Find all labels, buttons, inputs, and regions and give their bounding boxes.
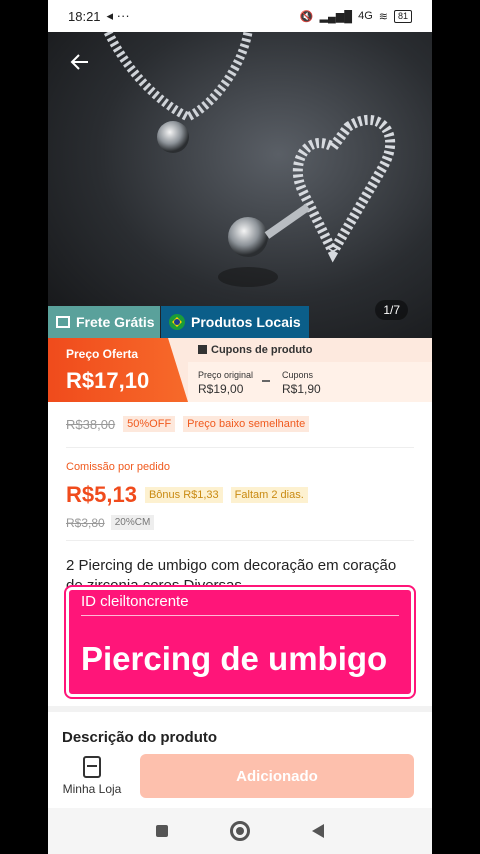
status-notification-icons: ◂ ··· xyxy=(106,8,130,23)
commission-old-value: R$3,80 xyxy=(66,515,105,530)
brazil-flag-icon xyxy=(169,314,185,330)
product-photo xyxy=(103,32,396,287)
added-button[interactable]: Adicionado xyxy=(140,754,414,798)
section-gap xyxy=(48,706,432,712)
product-image-carousel[interactable]: 1/7 Frete Grátis Produtos Locais xyxy=(48,32,432,338)
coupons-label: Cupons xyxy=(282,370,314,380)
discount-badge: 50%OFF xyxy=(123,416,176,432)
recent-apps-icon[interactable] xyxy=(156,825,168,837)
divider xyxy=(66,540,414,541)
wifi-icon: ≋ xyxy=(378,10,388,23)
commission-label: Comissão por pedido xyxy=(66,461,170,473)
battery-icon: 81 xyxy=(393,9,412,23)
phone-screen: 18:21 ◂ ··· 🔇 ▂▄▆█ 4G ≋ 81 1/7 Frete Grá… xyxy=(48,0,432,854)
overlay-id: ID cleiltoncrente xyxy=(81,593,189,610)
free-shipping-badge: Frete Grátis xyxy=(48,306,160,338)
commission-row: R$5,13 Bônus R$1,33 Faltam 2 dias. xyxy=(66,482,308,508)
local-products-badge: Produtos Locais xyxy=(161,306,309,338)
back-arrow-icon[interactable] xyxy=(68,50,92,74)
overlay-headline: Piercing de umbigo xyxy=(81,640,388,677)
price-bar: Preço Oferta R$17,10 Cupons de produto P… xyxy=(48,338,432,402)
home-icon[interactable] xyxy=(230,821,250,841)
live-overlay-banner: ID cleiltoncrente Piercing de umbigo xyxy=(64,585,416,699)
coupon-breakdown: Preço original R$19,00 Cupons R$1,90 xyxy=(188,362,432,402)
bottom-action-bar: Minha Loja Adicionado xyxy=(48,746,432,808)
offer-price-block: Preço Oferta R$17,10 xyxy=(48,338,188,402)
status-bar: 18:21 ◂ ··· 🔇 ▂▄▆█ 4G ≋ 81 xyxy=(48,0,432,32)
original-price: Preço original R$19,00 xyxy=(198,370,253,396)
mute-icon: 🔇 xyxy=(299,10,314,23)
my-store-button[interactable]: Minha Loja xyxy=(62,756,122,796)
commission-old-row: R$3,80 20%CM xyxy=(66,515,155,530)
days-left-badge: Faltam 2 dias. xyxy=(230,487,308,503)
overlay-divider xyxy=(81,615,399,616)
bonus-badge: Bônus R$1,33 xyxy=(144,487,223,503)
signal-icon: ▂▄▆█ xyxy=(319,10,353,23)
coupon-icon xyxy=(198,345,207,354)
divider xyxy=(66,447,414,448)
coupons-header-label: Cupons de produto xyxy=(211,344,313,356)
status-time: 18:21 xyxy=(68,8,101,24)
my-store-label: Minha Loja xyxy=(62,782,122,796)
original-price-value: R$19,00 xyxy=(198,382,244,396)
free-shipping-label: Frete Grátis xyxy=(76,314,155,330)
system-nav-bar xyxy=(48,808,432,854)
back-triangle-icon[interactable] xyxy=(312,824,324,838)
offer-price-value: R$17,10 xyxy=(66,368,150,393)
coupons-header: Cupons de produto xyxy=(198,344,312,356)
offer-price-label: Preço Oferta xyxy=(66,347,139,361)
description-heading: Descrição do produto xyxy=(62,729,218,745)
commission-rate-badge: 20%CM xyxy=(110,515,155,530)
store-icon xyxy=(83,756,101,778)
low-price-badge: Preço baixo semelhante xyxy=(183,416,310,432)
commission-value: R$5,13 xyxy=(66,482,137,507)
discount-row: R$38,00 50%OFF Preço baixo semelhante xyxy=(66,416,310,432)
coupons-value: R$1,90 xyxy=(282,382,321,396)
image-page-indicator: 1/7 xyxy=(375,300,408,320)
original-price-label: Preço original xyxy=(198,370,254,380)
minus-icon xyxy=(262,380,270,382)
old-price: R$38,00 xyxy=(66,416,116,432)
ticket-icon xyxy=(56,316,70,328)
coupons-amount: Cupons R$1,90 xyxy=(282,370,321,396)
local-products-label: Produtos Locais xyxy=(191,314,301,330)
network-type: 4G xyxy=(358,10,373,22)
